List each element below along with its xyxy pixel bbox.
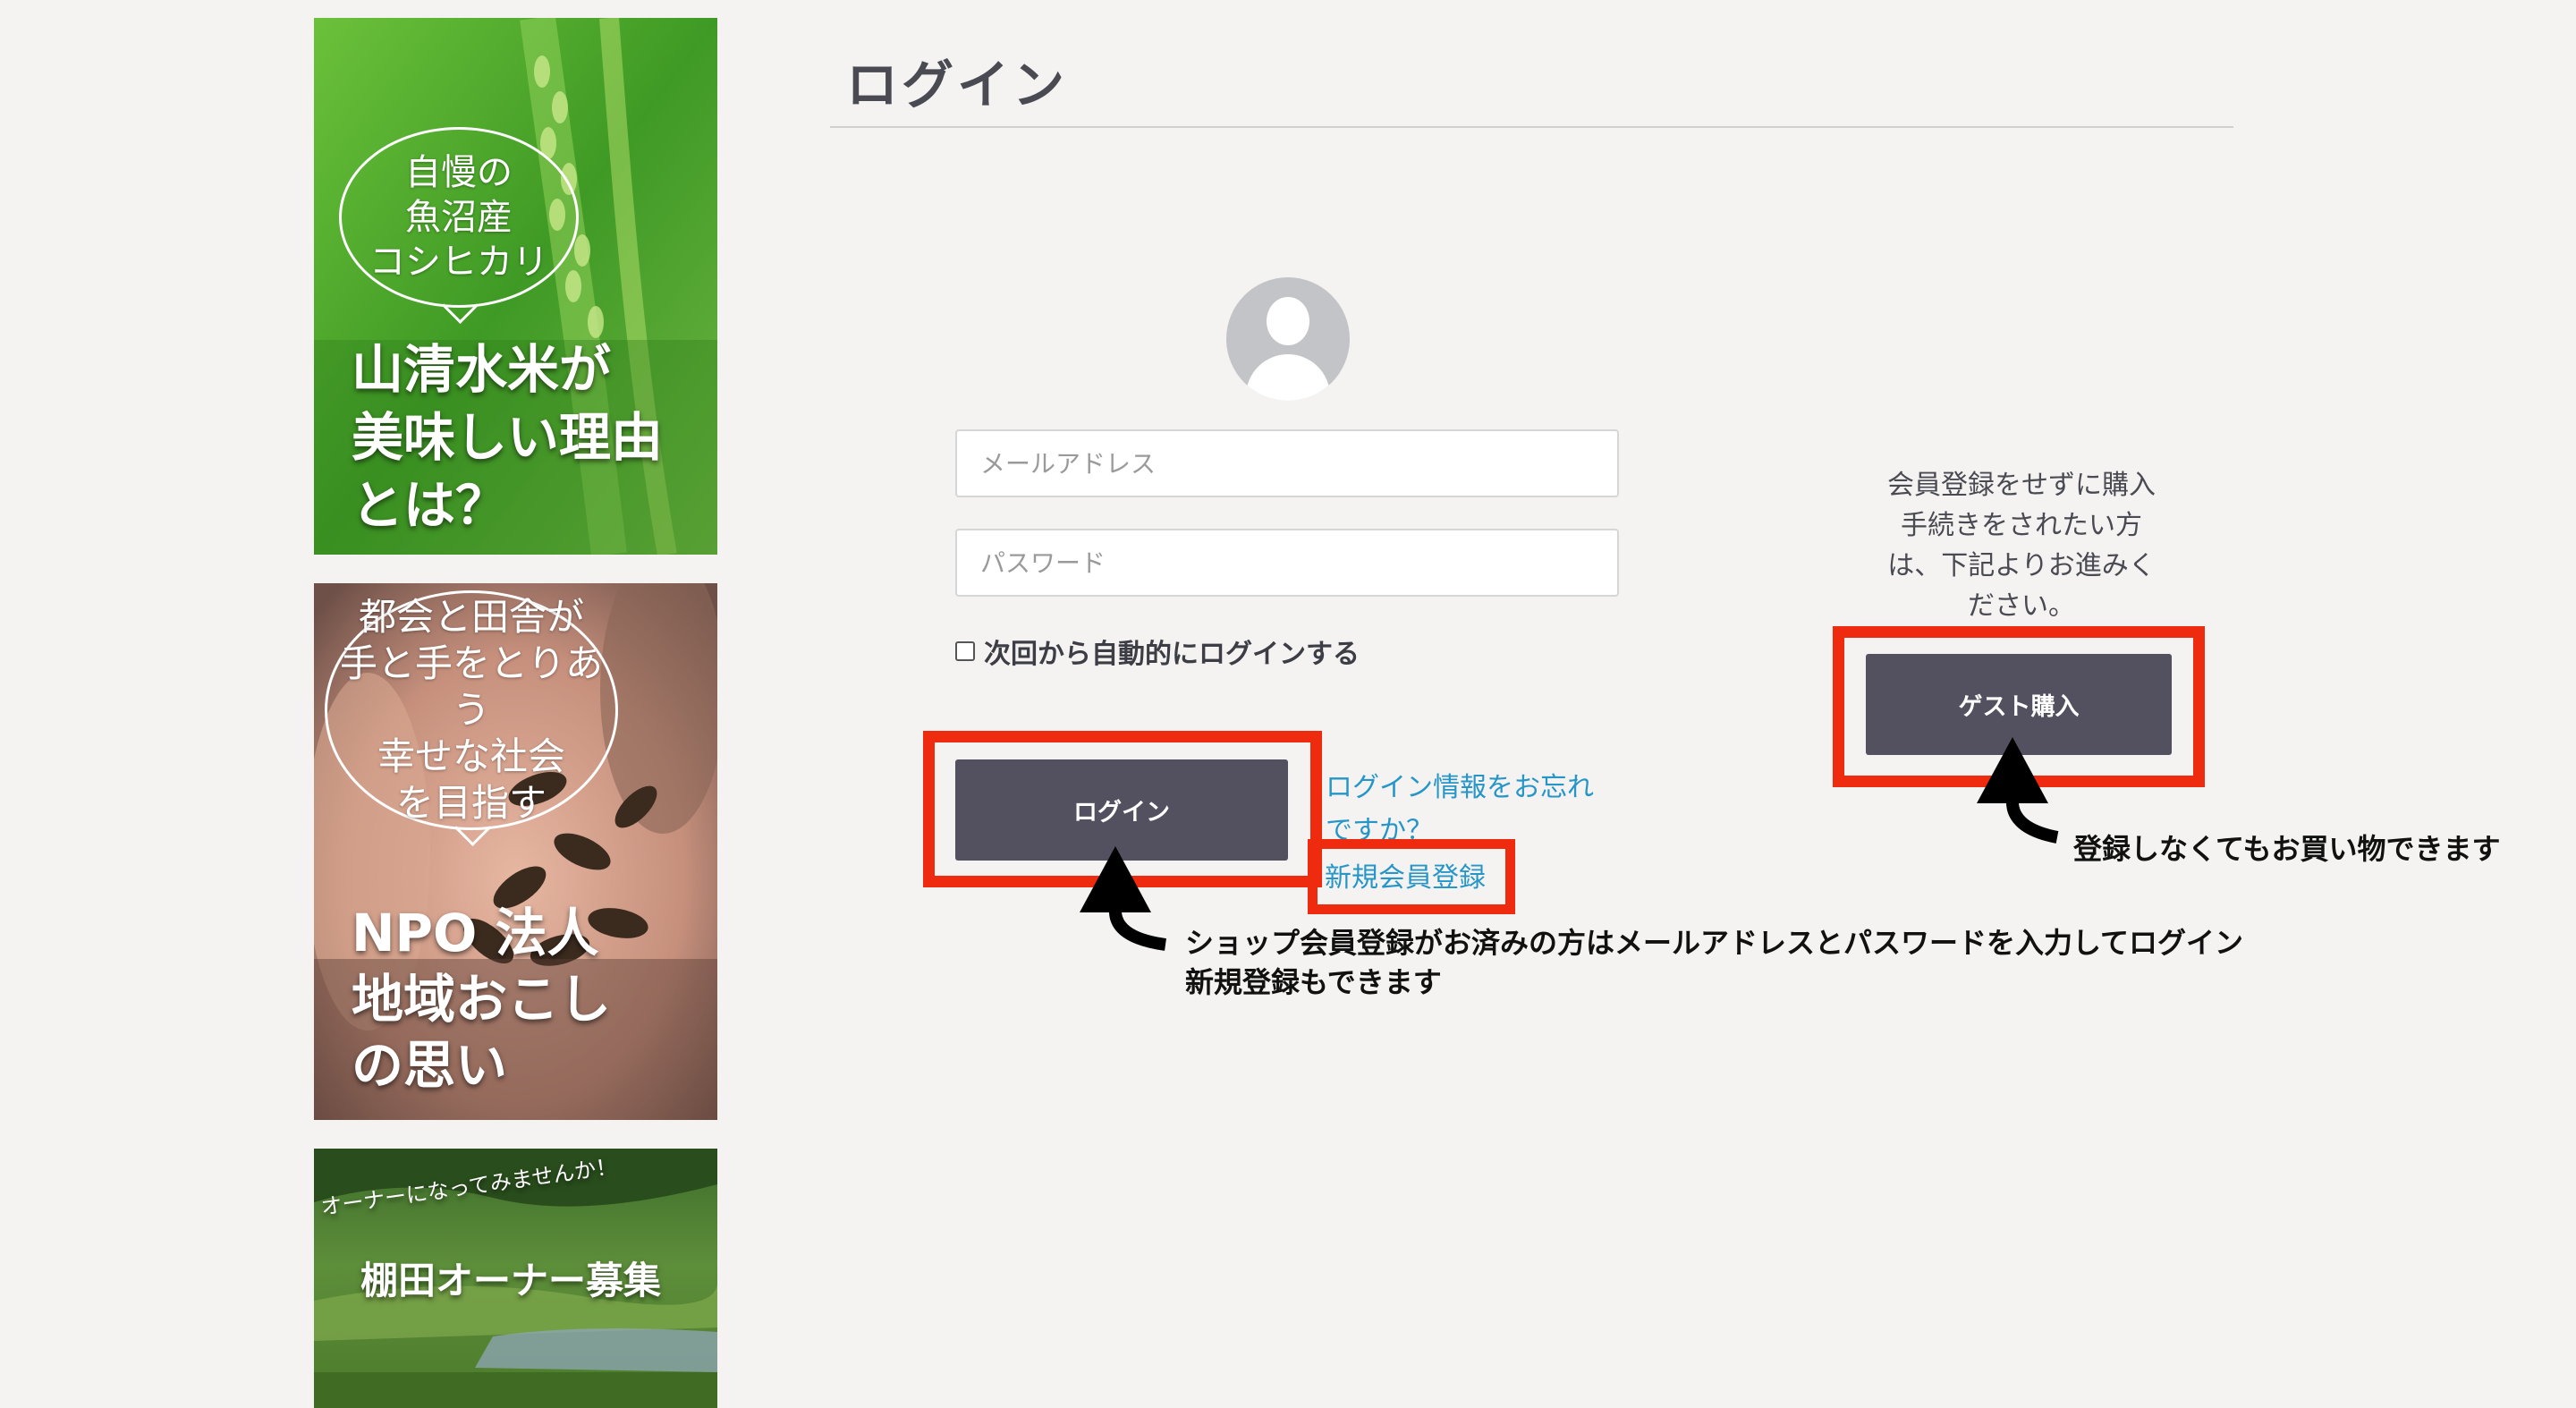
user-avatar-icon: [1226, 277, 1350, 401]
login-note: ショップ会員登録がお済みの方はメールアドレスとパスワードを入力してログイン 新規…: [1185, 923, 2243, 1002]
page-title: ログイン: [846, 55, 1069, 115]
headline-line: NPO 法人: [352, 903, 599, 963]
login-note-line: 新規登録もできます: [1185, 965, 1442, 999]
banner-npo[interactable]: 都会と田舎が 手と手をとりあう 幸せな社会 を目指す NPO 法人 地域おこし …: [314, 583, 717, 1120]
banner-npo-bubble: 都会と田舎が 手と手をとりあう 幸せな社会 を目指す: [325, 590, 618, 847]
banner-koshihikari-bubble: 自慢の 魚沼産 コシヒカリ: [339, 127, 579, 325]
guest-desc-line: 会員登録をせずに購入: [1887, 470, 2156, 501]
remember-me[interactable]: 次回から自動的にログインする: [955, 632, 1360, 671]
forgot-line: ログイン情報をお忘れ: [1326, 772, 1594, 803]
headline-line: 山清水米が: [352, 339, 612, 400]
bubble-line: 手と手をとりあう: [339, 641, 603, 732]
banner-koshihikari-headline: 山清水米が 美味しい理由 とは？: [352, 335, 663, 539]
banner-tanada-owner[interactable]: オーナーになってみませんか！ 棚田オーナー募集: [314, 1149, 717, 1408]
register-link[interactable]: 新規会員登録: [1325, 857, 1486, 900]
bubble-line: 自慢の: [405, 152, 513, 193]
banner-tanada-headline: 棚田オーナー募集: [360, 1259, 662, 1302]
email-field[interactable]: [955, 429, 1619, 497]
guest-desc-line: は、下記よりお進みく: [1887, 550, 2156, 581]
guest-desc-line: 手続きをされたい方: [1901, 510, 2142, 541]
bubble-line: 幸せな社会: [377, 734, 565, 778]
password-field[interactable]: [955, 529, 1619, 597]
remember-label: 次回から自動的にログインする: [984, 639, 1360, 670]
guest-note-arrow: [1977, 737, 2059, 844]
login-note-line: ショップ会員登録がお済みの方はメールアドレスとパスワードを入力してログイン: [1185, 926, 2244, 960]
guest-description: 会員登録をせずに購入 手続きをされたい方 は、下記よりお進みく ださい。: [1852, 465, 2191, 626]
guest-note: 登録しなくてもお買い物できます: [2073, 832, 2501, 866]
headline-line: とは？: [352, 475, 508, 536]
headline-line: の思い: [352, 1035, 508, 1096]
bubble-line: 魚沼産: [405, 197, 513, 238]
bubble-line: コシヒカリ: [369, 242, 548, 283]
headline-line: 美味しい理由: [352, 407, 664, 468]
banner-npo-headline: NPO 法人 地域おこし の思い: [352, 900, 611, 1098]
guest-desc-line: ださい。: [1968, 590, 2075, 622]
login-note-arrow: [1080, 846, 1167, 951]
remember-checkbox[interactable]: [955, 641, 975, 661]
banner-koshihikari[interactable]: 自慢の 魚沼産 コシヒカリ 山清水米が 美味しい理由 とは？: [314, 18, 717, 555]
bubble-line: 都会と田舎が: [358, 595, 584, 639]
title-divider: [830, 126, 2233, 128]
headline-line: 地域おこし: [352, 969, 612, 1030]
